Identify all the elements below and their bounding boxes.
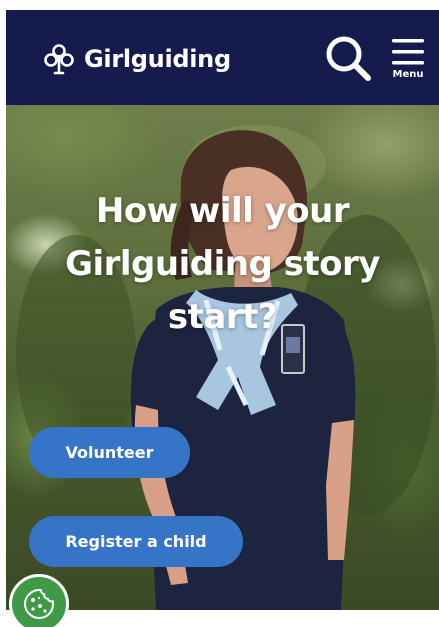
hero-banner: How will your Girlguiding story start? V… <box>6 105 439 610</box>
menu-button[interactable]: Menu <box>386 26 430 90</box>
hero-heading-line: Girlguiding story <box>65 244 380 284</box>
hero-heading-line: How will your <box>95 191 350 231</box>
page: Girlguiding Menu How will your Girlguidi… <box>0 0 439 627</box>
hero-heading: How will your Girlguiding story start? <box>6 185 439 344</box>
girlguiding-logo[interactable]: Girlguiding <box>42 42 231 76</box>
register-child-button[interactable]: Register a child <box>29 516 243 567</box>
cookie-settings-button[interactable] <box>9 574 69 627</box>
site-header: Girlguiding Menu <box>6 10 439 105</box>
trefoil-icon <box>44 44 74 75</box>
hero-heading-line: start? <box>167 297 278 337</box>
hamburger-icon <box>392 38 424 64</box>
search-icon <box>326 36 371 81</box>
cookie-icon <box>23 588 55 620</box>
brand-name: Girlguiding <box>84 45 231 73</box>
volunteer-button[interactable]: Volunteer <box>29 427 190 478</box>
menu-label: Menu <box>392 68 424 80</box>
search-button[interactable] <box>320 30 376 86</box>
